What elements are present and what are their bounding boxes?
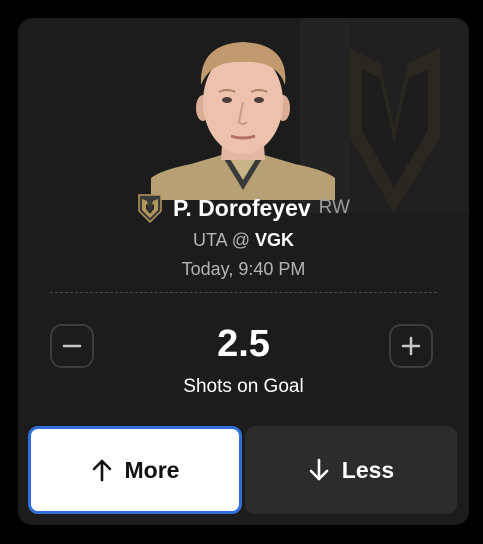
player-name-row: P. Dorofeyev RW <box>18 192 469 224</box>
game-matchup: UTA @ VGK <box>18 230 469 251</box>
away-team: UTA <box>193 230 227 250</box>
increase-line-button[interactable] <box>389 324 433 368</box>
player-headshot <box>151 42 335 200</box>
player-position: RW <box>318 197 350 218</box>
game-time: Today, 9:40 PM <box>181 259 306 279</box>
golden-knights-helmet-logo-icon <box>138 194 162 223</box>
less-button[interactable]: Less <box>245 426 457 514</box>
more-button[interactable]: More <box>28 426 242 514</box>
stat-type-label: Shots on Goal <box>183 376 304 397</box>
home-team: VGK <box>254 230 294 250</box>
less-button-label: Less <box>341 456 395 483</box>
arrow-up-icon <box>92 459 111 482</box>
plus-icon <box>401 336 421 356</box>
matchup-separator: @ <box>231 230 250 250</box>
player-name: P. Dorofeyev <box>173 194 311 221</box>
more-button-label: More <box>124 456 180 483</box>
dashed-divider <box>50 292 437 293</box>
projection-card: P. Dorofeyev RW UTA @ VGK Today, 9:40 PM… <box>18 18 469 525</box>
arrow-down-icon <box>309 458 329 481</box>
